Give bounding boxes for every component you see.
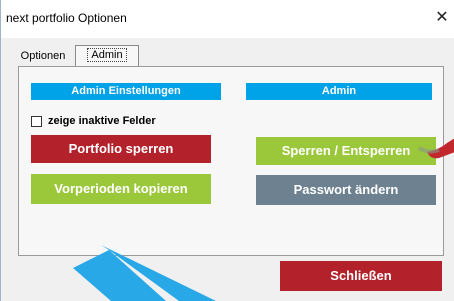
change-password-button[interactable]: Passwort ändern bbox=[256, 175, 436, 205]
copy-previous-periods-button[interactable]: Vorperioden kopieren bbox=[31, 174, 211, 204]
options-dialog: next portfolio Optionen ✕ Optionen Admin… bbox=[0, 0, 454, 301]
show-inactive-fields-checkbox[interactable] bbox=[31, 115, 42, 127]
tab-admin-label: Admin bbox=[87, 48, 127, 62]
show-inactive-fields-row[interactable]: zeige inaktive Felder bbox=[31, 115, 156, 127]
close-button[interactable]: Schließen bbox=[280, 261, 442, 291]
show-inactive-fields-label: zeige inaktive Felder bbox=[48, 115, 156, 127]
window-title: next portfolio Optionen bbox=[6, 11, 127, 25]
portfolio-lock-button[interactable]: Portfolio sperren bbox=[31, 135, 211, 163]
tab-optionen[interactable]: Optionen bbox=[9, 47, 77, 65]
title-bar: next portfolio Optionen ✕ bbox=[1, 0, 454, 38]
tab-admin[interactable]: Admin bbox=[75, 45, 139, 66]
lock-unlock-button[interactable]: Sperren / Entsperren bbox=[256, 137, 436, 165]
admin-settings-header: Admin Einstellungen bbox=[31, 83, 221, 100]
close-icon[interactable]: ✕ bbox=[429, 4, 454, 32]
admin-header: Admin bbox=[246, 83, 432, 100]
